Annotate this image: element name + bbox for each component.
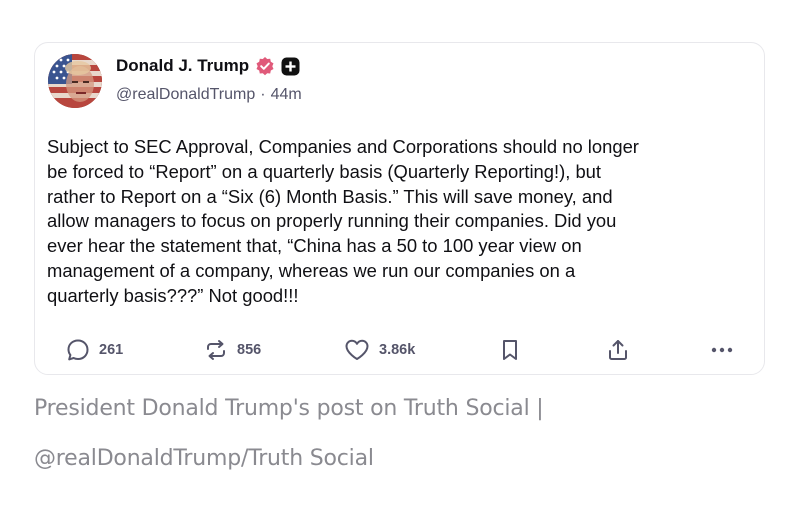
- meta-separator: ·: [260, 86, 266, 103]
- bookmark-icon: [503, 340, 517, 360]
- plus-badge-icon: [281, 57, 300, 76]
- image-caption-line-1: President Donald Trump's post on Truth S…: [34, 396, 544, 421]
- author-handle-row: @realDonaldTrump · 44m: [116, 86, 302, 104]
- like-count: 3.86k: [379, 342, 416, 358]
- reply-count: 261: [99, 342, 124, 358]
- retruth-icon: [207, 340, 225, 360]
- author-name-row: Donald J. Trump: [116, 55, 300, 77]
- more-options-button[interactable]: [709, 337, 735, 363]
- flag-portrait-icon: [48, 54, 102, 108]
- heart-icon: [345, 339, 369, 360]
- retruth-button[interactable]: 856: [203, 337, 261, 363]
- retruth-count: 856: [237, 342, 262, 358]
- more-dots-icon: [711, 347, 733, 353]
- post-timestamp[interactable]: 44m: [271, 86, 302, 104]
- post-action-bar: 261 856 3.86k: [35, 331, 764, 367]
- share-button[interactable]: [605, 337, 631, 363]
- reply-button[interactable]: 261: [65, 337, 123, 363]
- author-handle[interactable]: @realDonaldTrump: [116, 86, 255, 104]
- author-display-name[interactable]: Donald J. Trump: [116, 56, 249, 76]
- bookmark-button[interactable]: [497, 337, 523, 363]
- share-icon: [609, 340, 627, 360]
- reply-icon: [67, 339, 89, 361]
- author-avatar[interactable]: [48, 54, 102, 108]
- verified-badge-icon: [255, 56, 275, 76]
- image-caption-line-2: @realDonaldTrump/Truth Social: [34, 446, 374, 471]
- post-body-text: Subject to SEC Approval, Companies and C…: [47, 136, 639, 306]
- post-card[interactable]: Donald J. Trump @realDonaldTrump · 44m S…: [34, 42, 765, 375]
- like-button[interactable]: 3.86k: [343, 337, 415, 363]
